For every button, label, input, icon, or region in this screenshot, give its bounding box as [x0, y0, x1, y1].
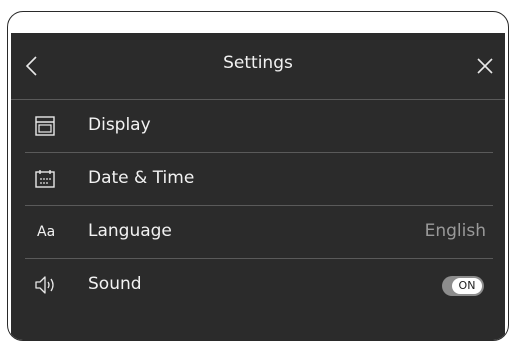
speaker-icon	[35, 276, 54, 294]
calendar-icon	[35, 170, 55, 188]
settings-list: Display Date & Time Aa Language English …	[11, 100, 505, 311]
page-title: Settings	[223, 53, 293, 73]
device-frame: Settings Display Date & Time Aa Language…	[7, 11, 509, 341]
close-icon	[477, 58, 493, 74]
settings-item-display[interactable]: Display	[25, 100, 493, 153]
header-bar: Settings	[11, 33, 505, 100]
settings-item-label: Display	[88, 115, 151, 135]
settings-item-label: Date & Time	[88, 168, 195, 188]
language-value: English	[424, 221, 486, 241]
settings-screen: Settings Display Date & Time Aa Language…	[11, 33, 505, 340]
settings-item-date-time[interactable]: Date & Time	[25, 153, 493, 206]
settings-item-label: Sound	[88, 274, 142, 294]
settings-item-label: Language	[88, 221, 172, 241]
sound-toggle[interactable]: ON	[442, 276, 484, 296]
settings-item-sound[interactable]: Sound ON	[25, 259, 493, 311]
oven-display-icon	[35, 116, 55, 136]
close-button[interactable]	[471, 52, 499, 80]
toggle-state-label: ON	[452, 278, 482, 294]
aa-text-icon: Aa	[37, 224, 56, 240]
settings-item-language[interactable]: Aa Language English	[25, 206, 493, 259]
